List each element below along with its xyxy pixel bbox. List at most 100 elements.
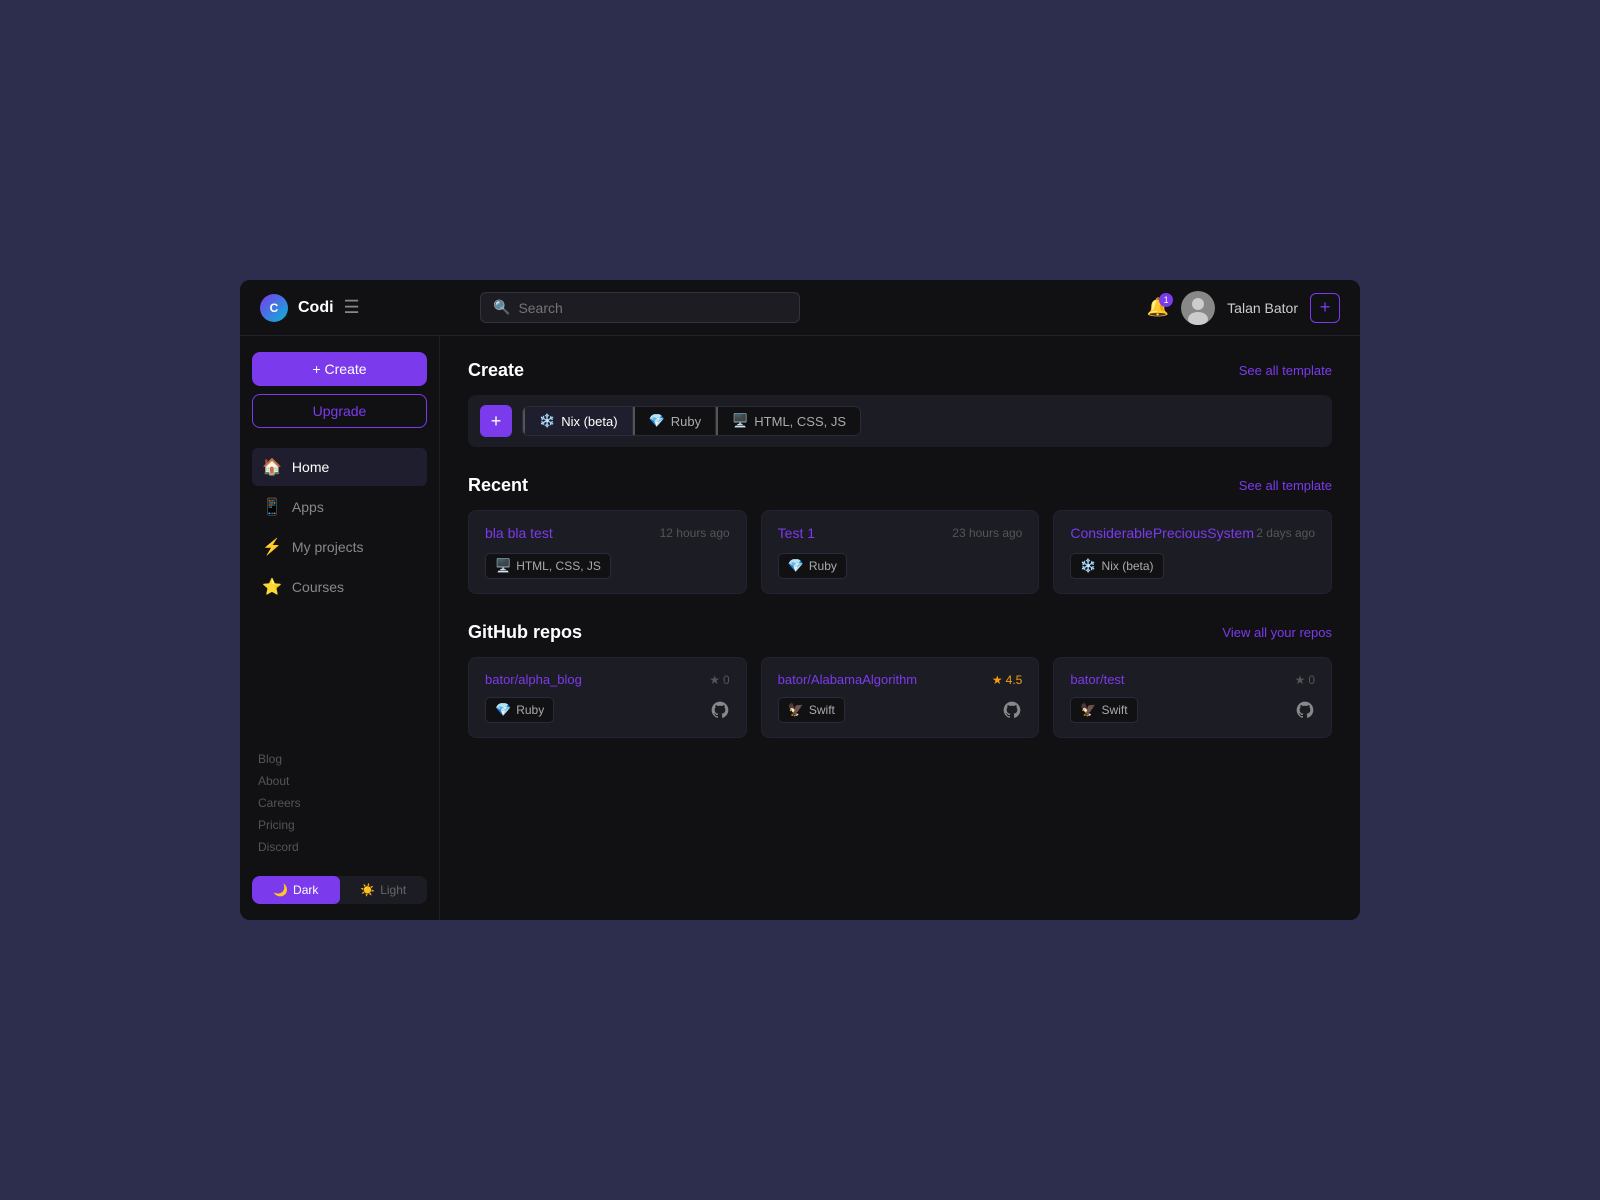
recent-card-0-tag: 🖥️ HTML, CSS, JS (485, 553, 611, 579)
github-section-header: GitHub repos View all your repos (468, 622, 1332, 643)
recent-card-1-time: 23 hours ago (952, 526, 1022, 540)
sidebar: + Create Upgrade 🏠 Home 📱 Apps ⚡ My proj… (240, 336, 440, 920)
github-view-all[interactable]: View all your repos (1222, 625, 1332, 640)
header-center: 🔍 (460, 292, 1147, 323)
repo-card-0-name: bator/alpha_blog (485, 672, 582, 687)
recent-card-1-header: Test 1 23 hours ago (778, 525, 1023, 541)
github-icon-0 (710, 700, 730, 720)
repo-card-2-footer: 🦅 Swift (1070, 697, 1315, 723)
hamburger-icon[interactable]: ☰ (344, 297, 360, 318)
recent-card-2-header: ConsiderablePreciousSystem 2 days ago (1070, 525, 1315, 541)
sidebar-item-apps[interactable]: 📱 Apps (252, 488, 427, 526)
recent-card-0-tag-icon: 🖥️ (495, 558, 511, 574)
repo-0-tag-icon: 💎 (495, 702, 511, 718)
recent-card-2-name: ConsiderablePreciousSystem (1070, 525, 1254, 541)
footer-discord[interactable]: Discord (252, 838, 427, 856)
repo-card-2-stars: ★ 0 (1295, 673, 1315, 687)
footer-links: Blog About Careers Pricing Discord (252, 750, 427, 856)
create-section-header: Create See all template (468, 360, 1332, 381)
recent-card-2-tag: ❄️ Nix (beta) (1070, 553, 1163, 579)
footer-pricing[interactable]: Pricing (252, 816, 427, 834)
body: + Create Upgrade 🏠 Home 📱 Apps ⚡ My proj… (240, 336, 1360, 920)
repo-card-1-tag: 🦅 Swift (778, 697, 845, 723)
sidebar-item-home-label: Home (292, 459, 329, 475)
recent-card-1-tag: 💎 Ruby (778, 553, 847, 579)
repo-card-2-tag: 🦅 Swift (1070, 697, 1137, 723)
sidebar-item-myprojects[interactable]: ⚡ My projects (252, 528, 427, 566)
create-button[interactable]: + Create (252, 352, 427, 386)
repo-card-1-header: bator/AlabamaAlgorithm ★ 4.5 (778, 672, 1023, 687)
sidebar-item-home[interactable]: 🏠 Home (252, 448, 427, 486)
theme-toggle: 🌙 Dark ☀️ Light (252, 876, 427, 904)
repo-card-2[interactable]: bator/test ★ 0 🦅 Swift (1053, 657, 1332, 738)
sun-icon: ☀️ (360, 883, 375, 897)
recent-card-2-time: 2 days ago (1256, 526, 1315, 540)
create-see-all[interactable]: See all template (1239, 363, 1332, 378)
search-input[interactable] (518, 300, 787, 316)
user-name: Talan Bator (1227, 300, 1298, 316)
recent-card-1-name: Test 1 (778, 525, 815, 541)
home-icon: 🏠 (262, 457, 282, 477)
app-window: C Codi ☰ 🔍 🔔 1 Talan Bator + (240, 280, 1360, 920)
template-tab-nix[interactable]: ❄️ Nix (beta) (523, 407, 633, 435)
recent-card-0[interactable]: bla bla test 12 hours ago 🖥️ HTML, CSS, … (468, 510, 747, 594)
footer-about[interactable]: About (252, 772, 427, 790)
new-template-button[interactable]: + (480, 405, 512, 437)
recent-card-0-name: bla bla test (485, 525, 553, 541)
sidebar-item-myprojects-label: My projects (292, 539, 364, 555)
repo-card-0-footer: 💎 Ruby (485, 697, 730, 723)
recent-see-all[interactable]: See all template (1239, 478, 1332, 493)
repo-card-0-header: bator/alpha_blog ★ 0 (485, 672, 730, 687)
header: C Codi ☰ 🔍 🔔 1 Talan Bator + (240, 280, 1360, 336)
nix-icon: ❄️ (539, 413, 555, 429)
sidebar-footer: Blog About Careers Pricing Discord 🌙 Dar… (252, 750, 427, 904)
footer-blog[interactable]: Blog (252, 750, 427, 768)
footer-careers[interactable]: Careers (252, 794, 427, 812)
github-repos-row: bator/alpha_blog ★ 0 💎 Ruby (468, 657, 1332, 738)
search-icon: 🔍 (493, 299, 510, 316)
recent-card-1[interactable]: Test 1 23 hours ago 💎 Ruby (761, 510, 1040, 594)
dark-theme-button[interactable]: 🌙 Dark (252, 876, 340, 904)
repo-card-2-header: bator/test ★ 0 (1070, 672, 1315, 687)
create-title: Create (468, 360, 524, 381)
repo-card-0[interactable]: bator/alpha_blog ★ 0 💎 Ruby (468, 657, 747, 738)
github-icon-1 (1002, 700, 1022, 720)
template-tab-ruby[interactable]: 💎 Ruby (633, 407, 717, 435)
repo-card-1-stars: ★ 4.5 (992, 673, 1022, 687)
github-title: GitHub repos (468, 622, 582, 643)
new-item-button[interactable]: + (1310, 293, 1340, 323)
recent-card-2-tag-icon: ❄️ (1080, 558, 1096, 574)
recent-card-0-header: bla bla test 12 hours ago (485, 525, 730, 541)
sidebar-item-courses-label: Courses (292, 579, 344, 595)
apps-icon: 📱 (262, 497, 282, 517)
recent-card-2[interactable]: ConsiderablePreciousSystem 2 days ago ❄️… (1053, 510, 1332, 594)
sidebar-item-courses[interactable]: ⭐ Courses (252, 568, 427, 606)
repo-2-tag-icon: 🦅 (1080, 702, 1096, 718)
create-templates-row: + ❄️ Nix (beta) 💎 Ruby 🖥️ HTML, CSS, JS (468, 395, 1332, 447)
template-tab-html[interactable]: 🖥️ HTML, CSS, JS (716, 407, 860, 435)
search-box[interactable]: 🔍 (480, 292, 800, 323)
repo-card-0-stars: ★ 0 (709, 673, 729, 687)
repo-card-0-tag: 💎 Ruby (485, 697, 554, 723)
repo-1-tag-icon: 🦅 (788, 702, 804, 718)
projects-icon: ⚡ (262, 537, 282, 557)
moon-icon: 🌙 (273, 883, 288, 897)
upgrade-button[interactable]: Upgrade (252, 394, 427, 428)
light-theme-button[interactable]: ☀️ Light (340, 876, 428, 904)
notification-button[interactable]: 🔔 1 (1147, 297, 1169, 318)
header-left: C Codi ☰ (260, 294, 460, 322)
recent-title: Recent (468, 475, 528, 496)
logo-icon: C (260, 294, 288, 322)
repo-card-1[interactable]: bator/AlabamaAlgorithm ★ 4.5 🦅 Swift (761, 657, 1040, 738)
template-tabs: ❄️ Nix (beta) 💎 Ruby 🖥️ HTML, CSS, JS (522, 406, 861, 436)
avatar (1181, 291, 1215, 325)
html-icon: 🖥️ (732, 413, 748, 429)
recent-section-header: Recent See all template (468, 475, 1332, 496)
sidebar-item-apps-label: Apps (292, 499, 324, 515)
main-content: Create See all template + ❄️ Nix (beta) … (440, 336, 1360, 920)
header-right: 🔔 1 Talan Bator + (1147, 291, 1340, 325)
courses-icon: ⭐ (262, 577, 282, 597)
repo-card-1-name: bator/AlabamaAlgorithm (778, 672, 917, 687)
github-icon-2 (1295, 700, 1315, 720)
recent-card-0-time: 12 hours ago (660, 526, 730, 540)
